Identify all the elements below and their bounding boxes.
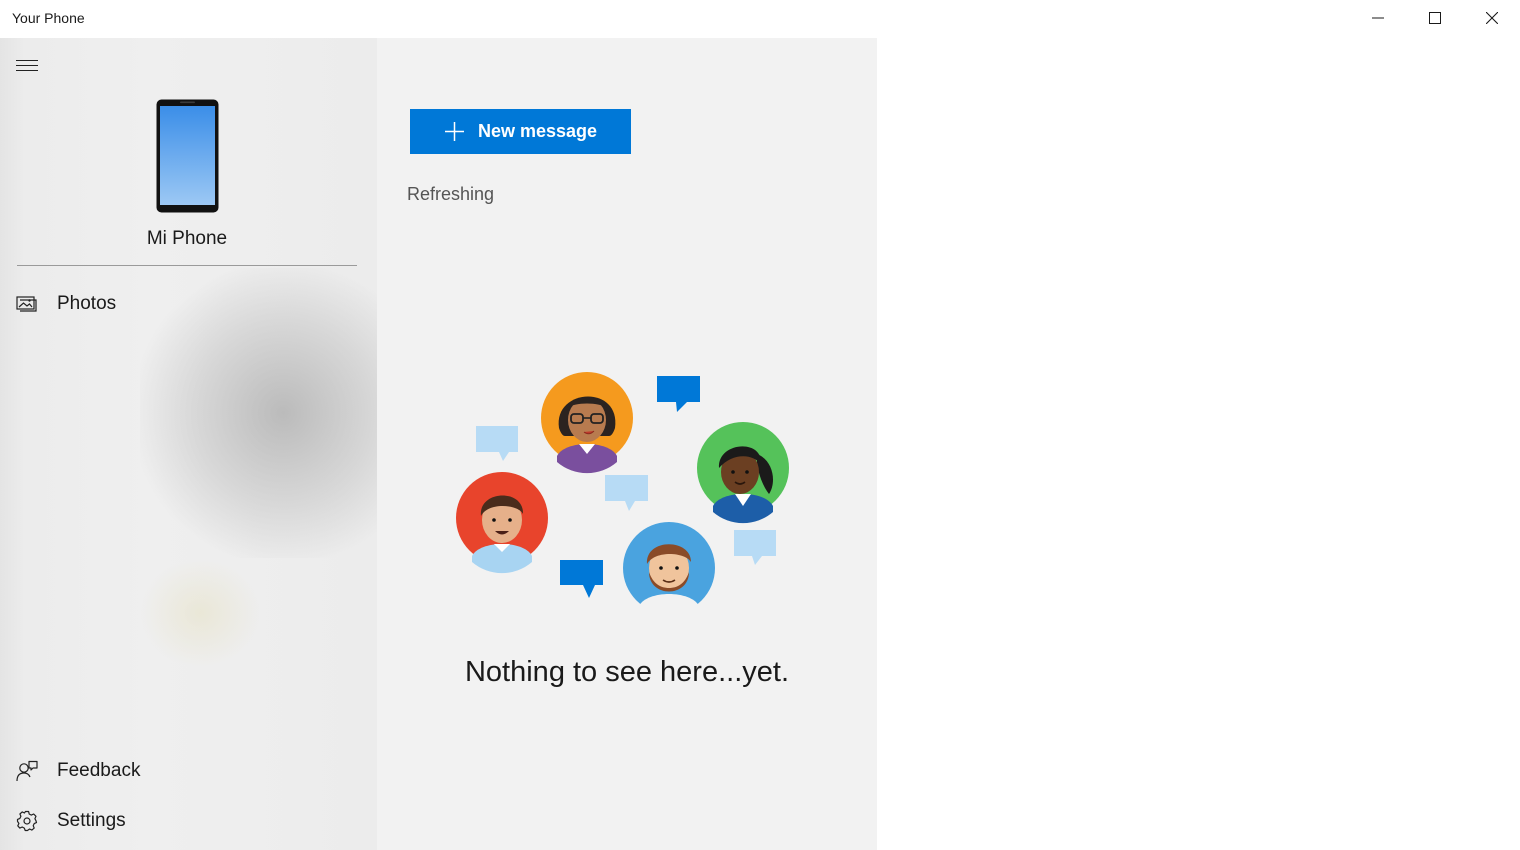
- minimize-icon: [1372, 17, 1384, 19]
- gear-icon: [16, 810, 38, 832]
- close-button[interactable]: [1464, 0, 1520, 36]
- sidebar-item-label: Photos: [57, 293, 117, 314]
- new-message-button[interactable]: New message: [410, 109, 631, 154]
- device-name: Mi Phone: [146, 228, 228, 249]
- title-bar: Your Phone: [0, 0, 1520, 38]
- close-icon: [1486, 12, 1498, 24]
- people-chat-illustration: [456, 372, 789, 618]
- sidebar-item-label: Settings: [57, 810, 126, 831]
- empty-state-text: Nothing to see here...yet.: [464, 656, 790, 688]
- sidebar: Mi Phone Photos Feedback Settings: [0, 38, 377, 850]
- background-blur: [140, 558, 260, 668]
- plus-icon: [445, 122, 464, 141]
- sidebar-item-feedback[interactable]: Feedback: [0, 749, 377, 793]
- sidebar-item-photos[interactable]: Photos: [0, 282, 377, 326]
- app-title: Your Phone: [12, 10, 85, 26]
- status-text: Refreshing: [407, 184, 495, 204]
- divider: [17, 265, 357, 266]
- maximize-icon: [1429, 12, 1441, 24]
- sidebar-item-label: Feedback: [57, 760, 141, 781]
- hamburger-menu-button[interactable]: [16, 58, 38, 74]
- feedback-icon: [16, 760, 38, 782]
- photos-icon: [16, 296, 37, 312]
- messages-pane: New message Refreshing Nothing to see he…: [377, 38, 877, 850]
- maximize-button[interactable]: [1407, 0, 1463, 36]
- sidebar-item-settings[interactable]: Settings: [0, 799, 377, 843]
- minimize-button[interactable]: [1350, 0, 1406, 36]
- phone-icon: [156, 99, 219, 213]
- new-message-label: New message: [478, 121, 598, 141]
